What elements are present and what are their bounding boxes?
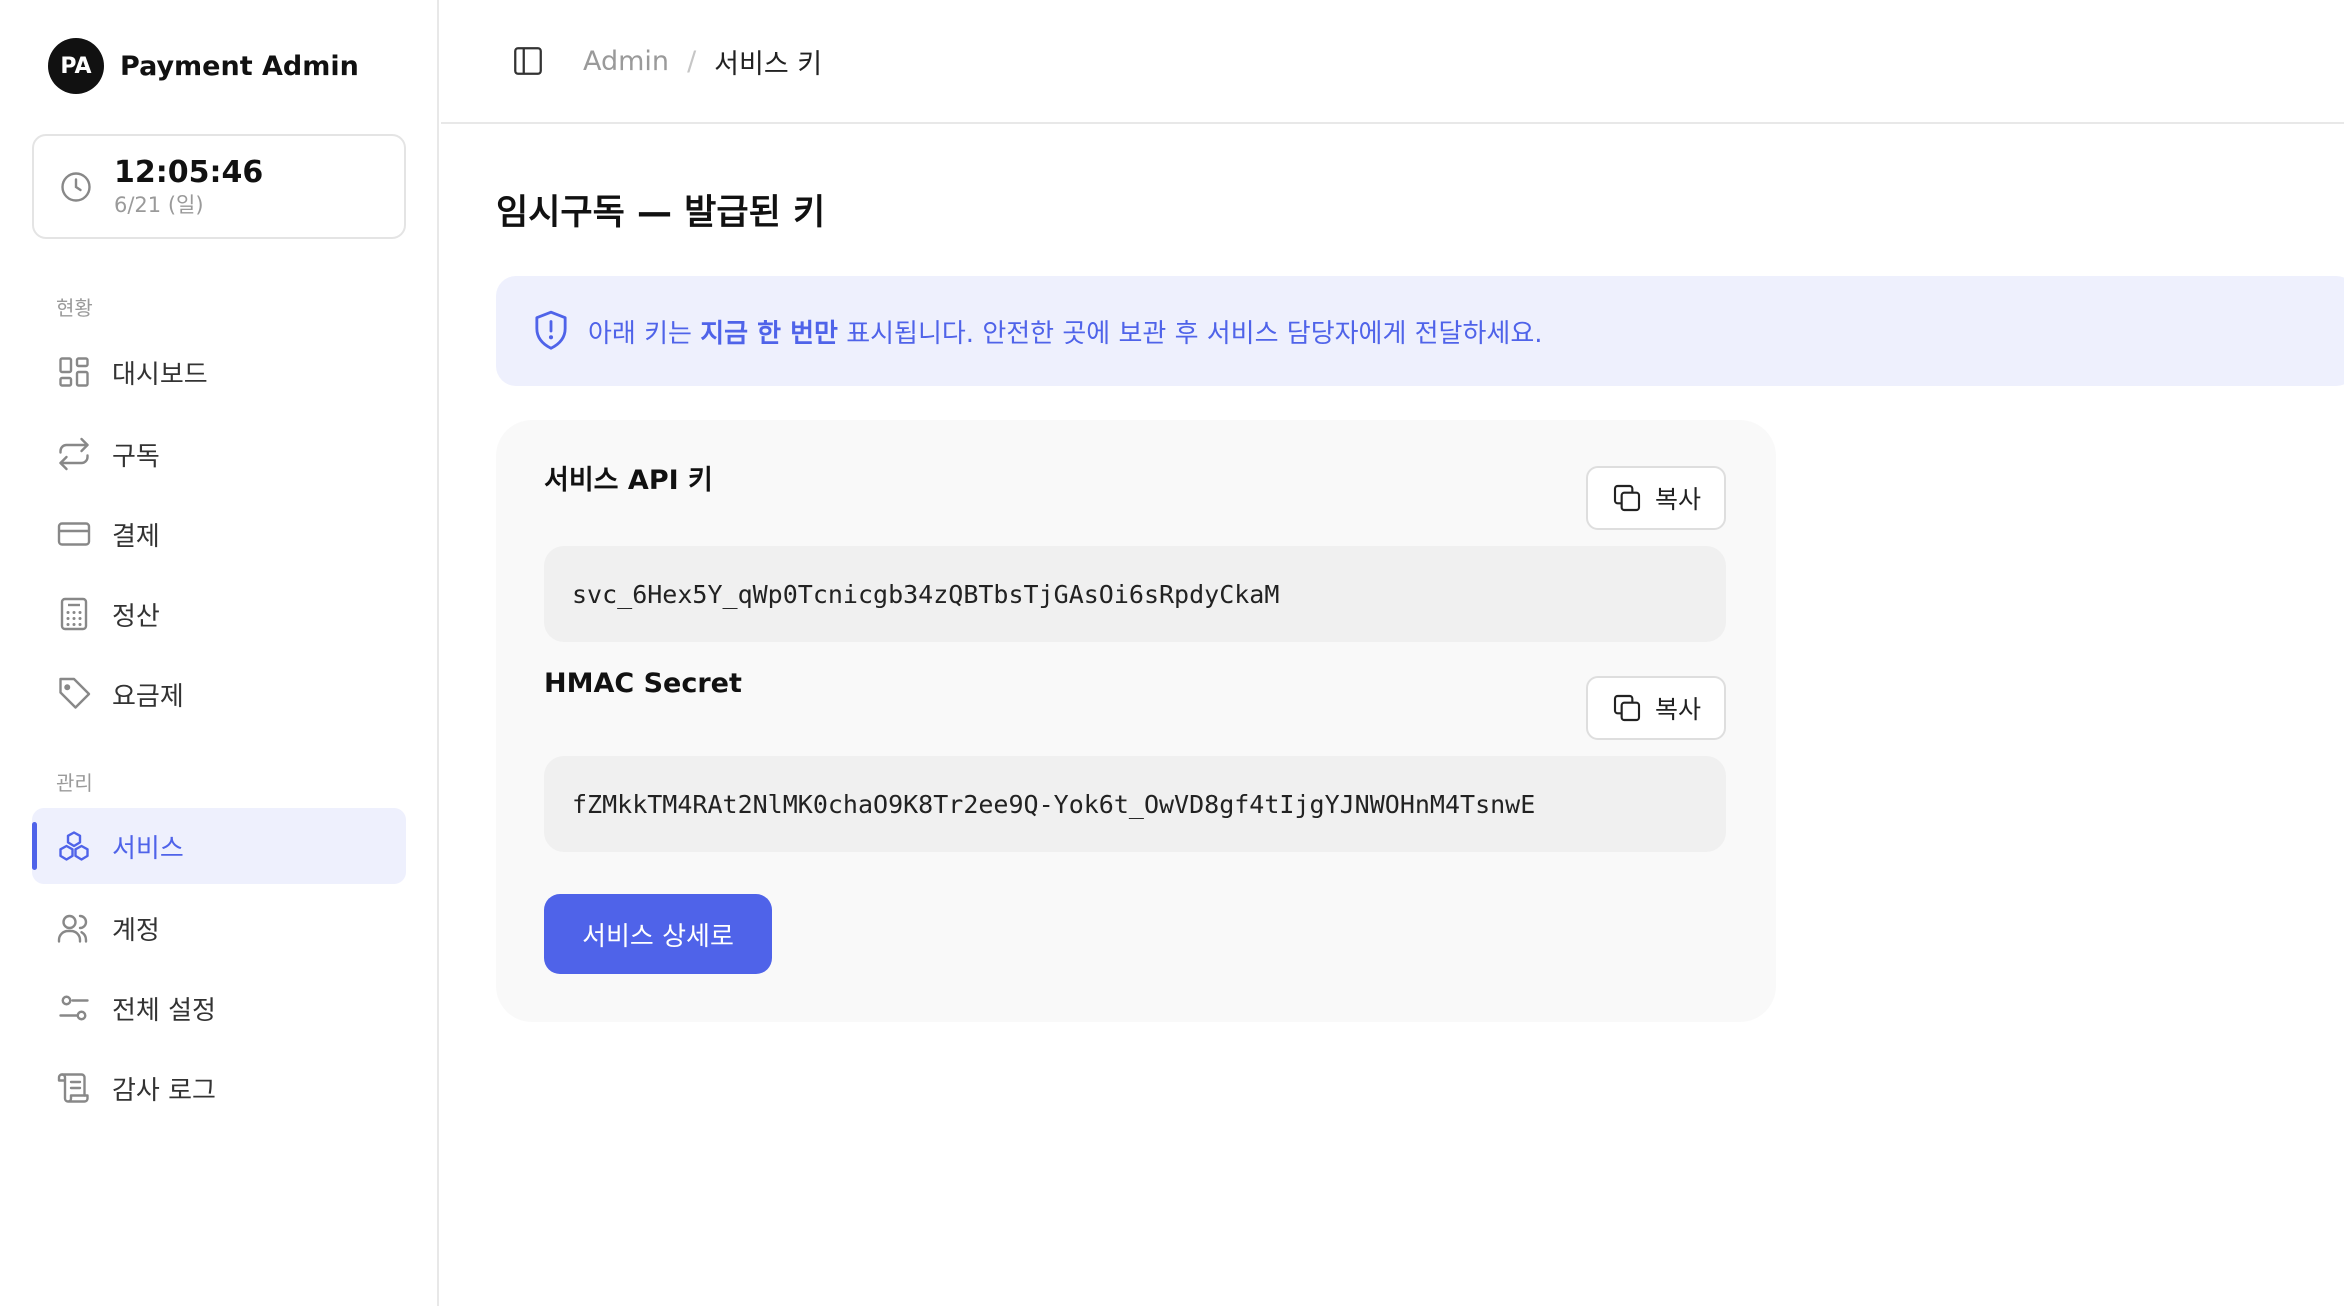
shield-alert-icon: [535, 310, 567, 350]
copy-button-label: 복사: [1654, 485, 1701, 514]
sidebar-item-label: 대시보드: [112, 359, 208, 390]
sliders-icon: [59, 995, 89, 1021]
sidebar-item-accounts[interactable]: 계정: [32, 890, 406, 966]
clock-widget: 12:05:46 6/21 (일): [32, 134, 406, 239]
copy-api-key-button[interactable]: 복사: [1586, 466, 1726, 530]
brand[interactable]: PA Payment Admin: [48, 38, 359, 94]
sidebar-item-settlements[interactable]: 정산: [32, 576, 406, 652]
sidebar-item-label: 구독: [112, 441, 160, 472]
api-key-label: 서비스 API 키: [544, 465, 713, 496]
breadcrumb-admin-link[interactable]: Admin: [583, 46, 669, 77]
sidebar-item-label: 감사 로그: [112, 1075, 216, 1106]
hmac-secret-value[interactable]: fZMkkTM4RAt2NlMK0chaO9K8Tr2ee9Q-Yok6t_Ow…: [544, 756, 1726, 852]
tag-icon: [59, 677, 91, 709]
keys-card: 서비스 API 키 복사 svc_6Hex5Y_qWp0Tcnicgb34zQB…: [496, 420, 1776, 1022]
sidebar-item-global-settings[interactable]: 전체 설정: [32, 970, 406, 1046]
sidebar-item-label: 전체 설정: [112, 995, 216, 1026]
clock-date: 6/21 (일): [114, 192, 204, 217]
breadcrumb-separator: /: [687, 46, 697, 77]
copy-button-label: 복사: [1654, 695, 1701, 724]
nav-group-title-status: 현황: [56, 296, 93, 320]
notice-prefix: 아래 키는: [588, 318, 701, 349]
sidebar-item-audit-log[interactable]: 감사 로그: [32, 1050, 406, 1126]
sidebar-item-payments[interactable]: 결제: [32, 496, 406, 572]
credit-card-icon: [57, 522, 91, 546]
clock-time: 12:05:46: [114, 154, 264, 190]
boxes-icon: [59, 831, 89, 861]
sidebar-item-label: 정산: [112, 601, 160, 632]
sidebar-item-label: 결제: [112, 521, 160, 552]
sidebar-item-label: 요금제: [112, 681, 184, 712]
page-title: 임시구독 — 발급된 키: [496, 193, 826, 233]
calculator-icon: [60, 597, 88, 631]
brand-avatar: PA: [48, 38, 104, 94]
brand-name: Payment Admin: [120, 50, 359, 82]
nav-group-title-management: 관리: [56, 771, 93, 795]
top-bar: Admin / 서비스 키: [441, 0, 2344, 124]
copy-hmac-secret-button[interactable]: 복사: [1586, 676, 1726, 740]
sidebar-item-subscriptions[interactable]: 구독: [32, 416, 406, 492]
active-indicator: [32, 822, 37, 870]
go-to-service-detail-button[interactable]: 서비스 상세로: [544, 894, 772, 974]
dashboard-grid-icon: [59, 357, 89, 387]
sidebar-toggle-icon: [514, 47, 542, 75]
notice-suffix: 표시됩니다. 안전한 곳에 보관 후 서비스 담당자에게 전달하세요.: [837, 318, 1543, 349]
notice-text: 아래 키는 지금 한 번만 표시됩니다. 안전한 곳에 보관 후 서비스 담당자…: [588, 313, 1543, 350]
sidebar-item-plans[interactable]: 요금제: [32, 656, 406, 732]
copy-icon: [1613, 484, 1641, 512]
sidebar-item-services[interactable]: 서비스: [32, 808, 406, 884]
breadcrumb-current: 서비스 키: [714, 49, 823, 80]
breadcrumb: Admin / 서비스 키: [583, 42, 822, 81]
repeat-arrows-icon: [59, 437, 89, 471]
sidebar-toggle-button[interactable]: [509, 42, 547, 80]
sidebar: PA Payment Admin 12:05:46 6/21 (일) 현황 대시…: [0, 0, 439, 1306]
clock-icon: [61, 171, 91, 202]
users-icon: [57, 914, 88, 943]
copy-icon: [1613, 694, 1641, 722]
sidebar-item-dashboard[interactable]: 대시보드: [32, 334, 406, 410]
scroll-icon: [57, 1073, 89, 1103]
notice-banner: 아래 키는 지금 한 번만 표시됩니다. 안전한 곳에 보관 후 서비스 담당자…: [496, 276, 2344, 386]
sidebar-item-label: 계정: [112, 915, 160, 946]
sidebar-item-label: 서비스: [112, 833, 184, 864]
notice-emphasis: 지금 한 번만: [700, 318, 838, 349]
api-key-value[interactable]: svc_6Hex5Y_qWp0Tcnicgb34zQBTbsTjGAsOi6sR…: [544, 546, 1726, 642]
hmac-secret-label: HMAC Secret: [544, 668, 742, 699]
